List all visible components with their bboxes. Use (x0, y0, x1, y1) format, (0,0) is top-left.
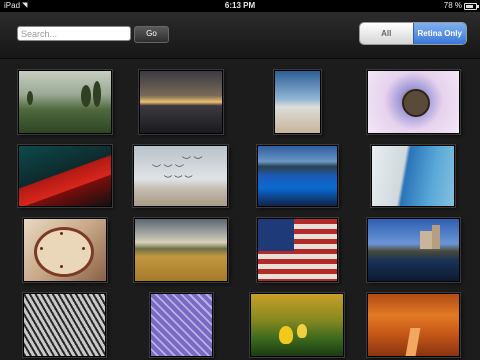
photo-thumbnail[interactable] (367, 70, 460, 134)
photo-thumbnail[interactable] (274, 70, 321, 134)
photo-thumbnail[interactable] (139, 70, 223, 134)
filter-segmented-control: All Retina Only (359, 22, 467, 45)
photo-thumbnail[interactable] (371, 145, 455, 207)
photo-thumbnail[interactable] (18, 145, 112, 207)
photo-thumbnail[interactable] (367, 218, 460, 282)
toolbar: Go All Retina Only (0, 12, 480, 59)
search-input[interactable] (17, 26, 131, 41)
battery-icon (464, 3, 479, 10)
photo-thumbnail[interactable] (257, 218, 338, 282)
photo-thumbnail[interactable] (134, 218, 228, 282)
go-button[interactable]: Go (134, 26, 169, 43)
photo-thumbnail[interactable] (23, 218, 107, 282)
photo-thumbnail[interactable] (18, 70, 112, 134)
photo-thumbnail[interactable] (367, 293, 460, 357)
status-bar: iPad ◥ 6:13 PM 78 % (0, 0, 480, 12)
filter-all-button[interactable]: All (360, 23, 413, 44)
clock-label: 6:13 PM (224, 1, 256, 10)
photo-thumbnail[interactable]: ︶ ︶ ︶ ︶ ︶ ︶ ︶ ︶ (133, 145, 228, 207)
photo-thumbnail[interactable] (250, 293, 344, 357)
photo-thumbnail[interactable] (23, 293, 106, 357)
photo-thumbnail[interactable] (150, 293, 213, 357)
filter-retina-only-button[interactable]: Retina Only (412, 23, 466, 44)
battery-percent: 78 % (443, 1, 462, 10)
photo-thumbnail[interactable] (257, 145, 338, 207)
battery-fill (466, 5, 473, 8)
